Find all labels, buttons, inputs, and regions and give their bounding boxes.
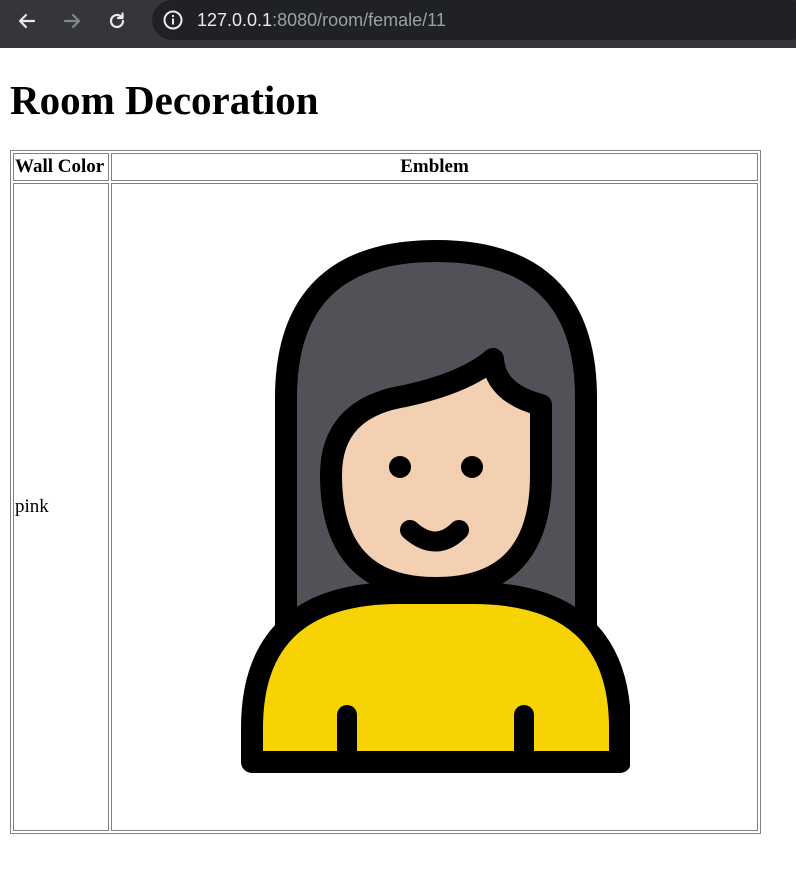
smile (399, 520, 469, 552)
forward-arrow-icon (63, 13, 81, 29)
browser-toolbar: 127.0.0.1:8080/room/female/11 (0, 0, 796, 48)
decoration-table: Wall Color Emblem pink (10, 150, 761, 834)
reload-icon (109, 12, 125, 29)
back-button[interactable] (12, 6, 42, 36)
reload-button[interactable] (102, 6, 132, 36)
wall-color-header: Wall Color (13, 153, 109, 181)
forward-button[interactable] (57, 6, 87, 36)
url-host: 127.0.0.1 (197, 10, 273, 30)
emblem-header: Emblem (111, 153, 758, 181)
shirt-shape (240, 582, 630, 773)
table-header-row: Wall Color Emblem (13, 153, 758, 181)
back-arrow-icon (18, 13, 36, 29)
wall-color-cell: pink (13, 183, 109, 831)
left-eye (388, 456, 411, 478)
address-bar[interactable]: 127.0.0.1:8080/room/female/11 (152, 0, 796, 40)
url-path: :8080/room/female/11 (272, 10, 446, 30)
page-title: Room Decoration (10, 77, 319, 123)
table-row: pink (13, 183, 758, 831)
emblem-cell (111, 183, 758, 831)
right-eye (460, 456, 483, 478)
url-text[interactable]: 127.0.0.1:8080/room/female/11 (197, 9, 446, 31)
woman-avatar-icon (240, 240, 630, 773)
site-info-icon[interactable] (162, 9, 184, 31)
